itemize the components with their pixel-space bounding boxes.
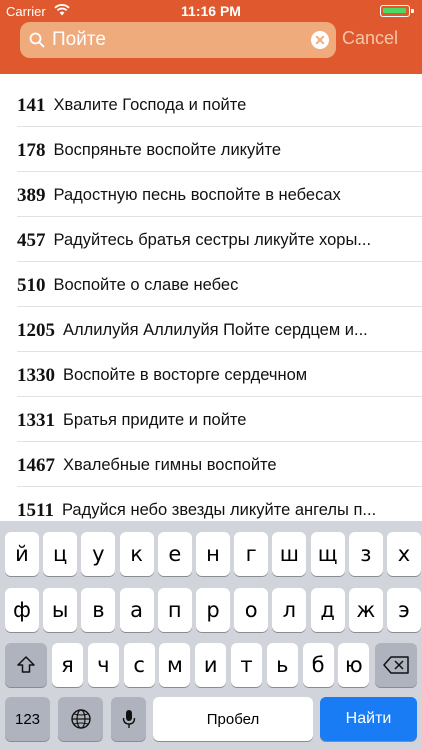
status-bar: Carrier 11:16 PM <box>0 0 422 22</box>
hymn-title: Хвалите Господа и пойте <box>53 96 247 114</box>
key-ц[interactable]: ц <box>43 532 78 576</box>
key-г[interactable]: г <box>234 532 269 576</box>
keyboard: 123 Пробел Найти йцукенгшщзх фывапролджэ я… <box>0 521 422 750</box>
hymn-title: Воспойте о славе небес <box>53 276 239 294</box>
battery-icon <box>380 5 416 17</box>
hymn-title: Воспойте в восторге сердечном <box>63 366 308 384</box>
results-list: 141 Хвалите Господа и пойте 178 Воспряньте … <box>0 82 422 532</box>
hymn-title: Аллилуйя Аллилуйя Пойте сердцем и... <box>63 321 368 339</box>
key-и[interactable]: и <box>195 643 227 687</box>
key-ь[interactable]: ь <box>266 643 298 687</box>
key-ч[interactable]: ч <box>87 643 119 687</box>
key-а[interactable]: а <box>119 588 154 632</box>
key-я[interactable]: я <box>52 643 83 687</box>
hymn-title: Воспряньте воспойте ликуйте <box>53 141 282 159</box>
globe-icon <box>70 709 91 729</box>
key-ф[interactable]: ф <box>5 588 39 632</box>
hymn-number: 389 <box>17 185 46 206</box>
key-н[interactable]: н <box>196 532 230 576</box>
key-ю[interactable]: ю <box>338 643 370 687</box>
space-key[interactable]: Пробел <box>153 697 313 741</box>
key-п[interactable]: п <box>157 588 192 632</box>
numbers-key[interactable]: 123 <box>5 697 50 741</box>
hymn-number: 457 <box>17 230 46 251</box>
key-х[interactable]: х <box>387 532 421 576</box>
key-ш[interactable]: ш <box>272 532 307 576</box>
list-item[interactable]: 510 Воспойте о славе небес <box>0 262 422 307</box>
key-к[interactable]: к <box>119 532 154 576</box>
key-в[interactable]: в <box>81 588 116 632</box>
cancel-button[interactable]: Cancel <box>342 28 398 49</box>
search-bar[interactable] <box>20 22 336 58</box>
hymn-title: Радуйтесь братья сестры ликуйте хоры... <box>53 231 372 249</box>
key-т[interactable]: т <box>231 643 262 687</box>
hymn-number: 178 <box>17 140 46 161</box>
hymn-number: 1467 <box>17 455 55 476</box>
search-icon <box>29 32 45 48</box>
key-р[interactable]: р <box>196 588 230 632</box>
key-й[interactable]: й <box>5 532 39 576</box>
search-return-key[interactable]: Найти <box>320 697 417 741</box>
key-у[interactable]: у <box>81 532 116 576</box>
backspace-icon <box>383 656 409 674</box>
key-ы[interactable]: ы <box>43 588 78 632</box>
hymn-number: 1331 <box>17 410 55 431</box>
shift-icon <box>17 656 35 673</box>
list-item[interactable]: 1467 Хвалебные гимны воспойте <box>0 442 422 487</box>
clear-search-icon[interactable] <box>311 31 329 49</box>
hymn-number: 1205 <box>17 320 55 341</box>
key-э[interactable]: э <box>387 588 421 632</box>
list-item[interactable]: 141 Хвалите Господа и пойте <box>0 82 422 127</box>
dictation-key[interactable] <box>111 697 146 741</box>
hymn-title: Радуйся небо звезды ликуйте ангелы п... <box>61 501 377 519</box>
hymn-number: 141 <box>17 95 46 116</box>
globe-key[interactable] <box>58 697 103 741</box>
hymn-title: Радостную песнь воспойте в небесах <box>53 186 341 204</box>
microphone-icon <box>122 710 135 728</box>
list-item[interactable]: 389 Радостную песнь воспойте в небесах <box>0 172 422 217</box>
hymn-title: Братья придите и пойте <box>63 411 247 429</box>
hymn-number: 510 <box>17 275 46 296</box>
key-д[interactable]: д <box>310 588 345 632</box>
hymn-number: 1511 <box>17 500 54 521</box>
key-о[interactable]: о <box>234 588 269 632</box>
key-щ[interactable]: щ <box>310 532 345 576</box>
list-item[interactable]: 1331 Братья придите и пойте <box>0 397 422 442</box>
list-item[interactable]: 1330 Воспойте в восторге сердечном <box>0 352 422 397</box>
hymn-title: Хвалебные гимны воспойте <box>63 456 277 474</box>
list-item[interactable]: 1205 Аллилуйя Аллилуйя Пойте сердцем и... <box>0 307 422 352</box>
key-б[interactable]: б <box>302 643 334 687</box>
key-е[interactable]: е <box>157 532 192 576</box>
key-ж[interactable]: ж <box>348 588 383 632</box>
key-с[interactable]: с <box>123 643 155 687</box>
key-м[interactable]: м <box>159 643 191 687</box>
key-л[interactable]: л <box>272 588 307 632</box>
search-header: Carrier 11:16 PM Cancel <box>0 0 422 74</box>
backspace-key[interactable] <box>375 643 417 687</box>
search-input[interactable] <box>52 27 302 53</box>
key-з[interactable]: з <box>348 532 383 576</box>
status-time: 11:16 PM <box>181 3 241 19</box>
shift-key[interactable] <box>5 643 47 687</box>
hymn-number: 1330 <box>17 365 55 386</box>
list-item[interactable]: 457 Радуйтесь братья сестры ликуйте хоры.… <box>0 217 422 262</box>
list-item[interactable]: 178 Воспряньте воспойте ликуйте <box>0 127 422 172</box>
